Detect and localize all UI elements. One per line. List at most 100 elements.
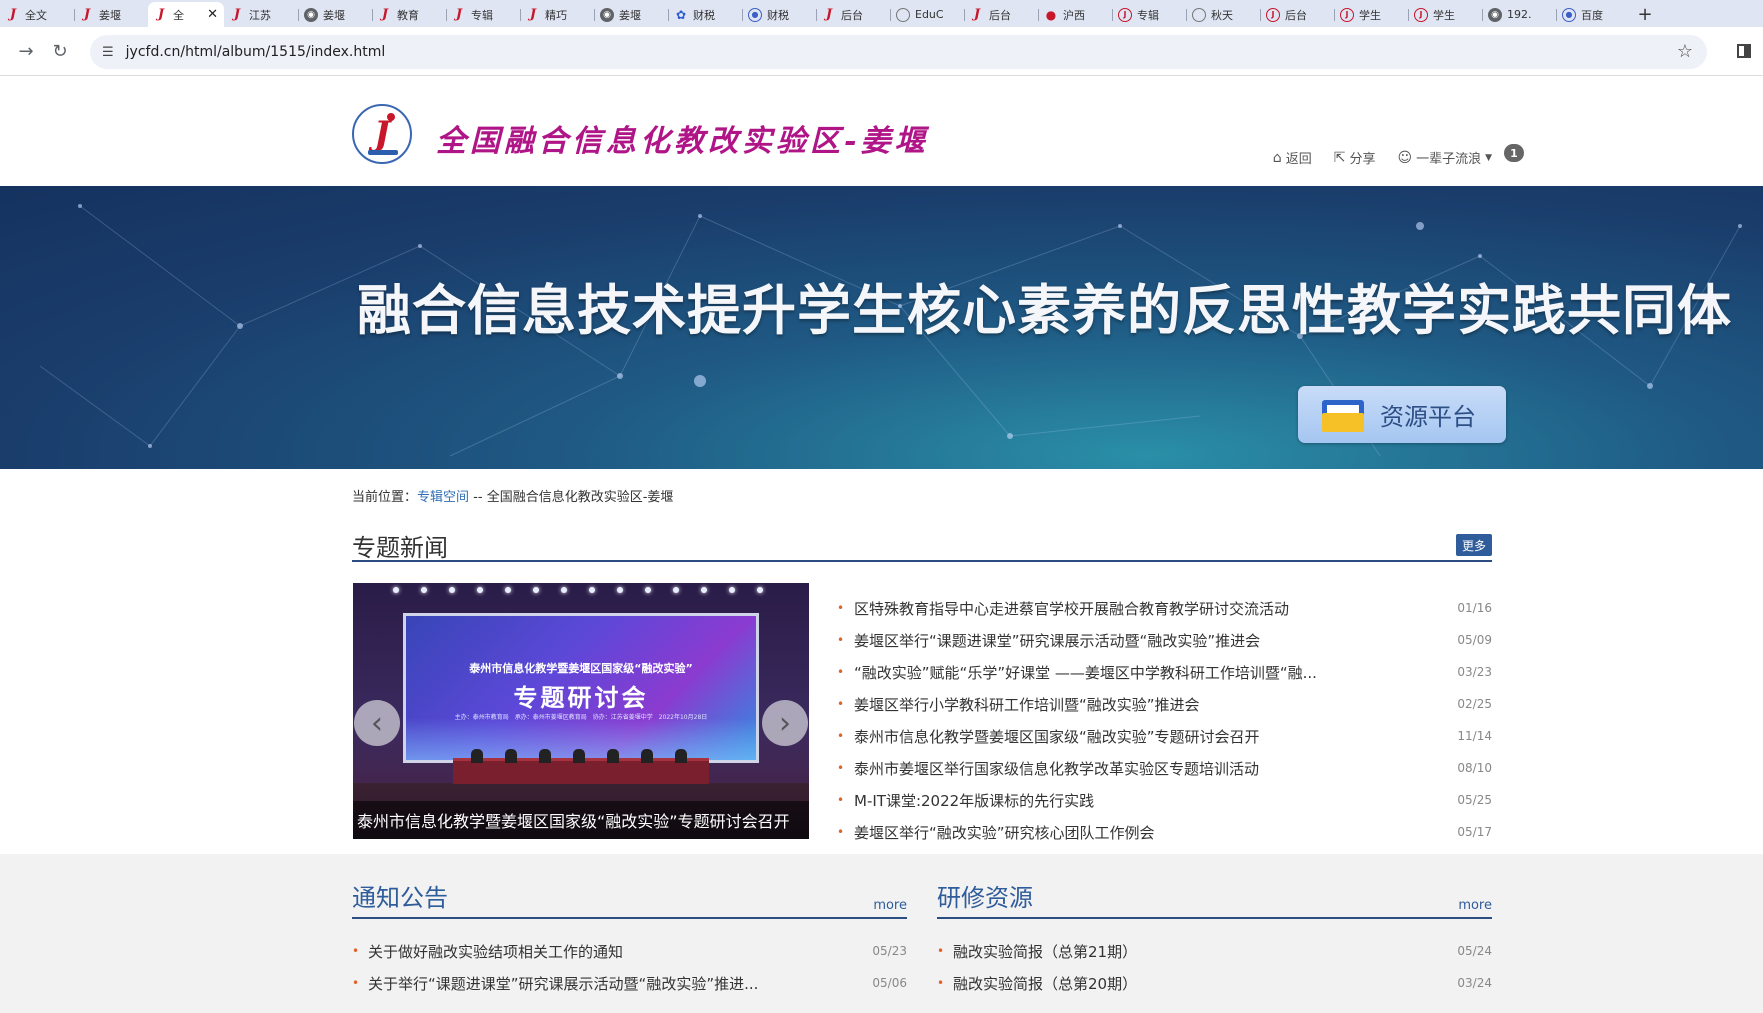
resources-item-date: 03/24 (1457, 976, 1492, 990)
new-tab-button[interactable]: + (1630, 2, 1660, 27)
side-panel-icon[interactable] (1737, 44, 1751, 58)
news-item-title[interactable]: 姜堰区举行“融改实验”研究核心团队工作例会 (854, 822, 1409, 843)
ring-favicon-icon: J (1414, 7, 1428, 22)
news-item-date: 05/17 (1457, 825, 1492, 839)
news-list-item[interactable]: • 泰州市姜堰区举行国家级信息化教学改革实验区专题培训活动 08/10 (834, 752, 1492, 784)
address-bar[interactable]: ☰ jycfd.cn/html/album/1515/index.html ☆ (90, 35, 1707, 69)
browser-tab[interactable]: ● 沪西 (1038, 2, 1112, 27)
browser-tab[interactable]: ● 百度 (1556, 2, 1630, 27)
resources-item-title[interactable]: 融改实验简报（总第20期） (953, 973, 1137, 994)
news-item-title[interactable]: 姜堰区举行小学教科研工作培训暨“融改实验”推进会 (854, 694, 1409, 715)
browser-tab-label: 192. (1507, 8, 1532, 21)
news-list-item[interactable]: • 姜堰区举行“融改实验”研究核心团队工作例会 05/17 (834, 816, 1492, 848)
user-menu[interactable]: ☺ 一辈子流浪 ▼ 1 (1397, 144, 1524, 167)
news-list-item[interactable]: • 区特殊教育指导中心走进蔡官学校开展融合教育教学研讨交流活动 01/16 (834, 592, 1492, 624)
browser-tab[interactable]: ◉ 姜堰 (594, 2, 668, 27)
resource-platform-label: 资源平台 (1380, 403, 1476, 431)
news-list-item[interactable]: • 姜堰区举行小学教科研工作培训暨“融改实验”推进会 02/25 (834, 688, 1492, 720)
notices-item-title[interactable]: 关于举行“课题进课堂”研究课展示活动暨“融改实验”推进... (368, 973, 758, 994)
news-item-title[interactable]: 泰州市信息化教学暨姜堰区国家级“融改实验”专题研讨会召开 (854, 726, 1409, 747)
carousel-next-button[interactable]: › (762, 700, 808, 746)
resources-item-title[interactable]: 融改实验简报（总第21期） (953, 941, 1137, 962)
browser-tab[interactable]: J 学生 (1334, 2, 1408, 27)
browser-tab[interactable]: J 后台 (964, 2, 1038, 27)
close-tab-icon[interactable]: ✕ (207, 7, 218, 22)
resources-list-item[interactable]: • 融改实验简报（总第20期） 03/24 (937, 967, 1492, 999)
news-carousel[interactable]: 泰州市信息化教学暨姜堰区国家级“融改实验” 专题研讨会 主办：泰州市教育局 承办… (353, 583, 809, 839)
browser-tab[interactable]: J 后台 (816, 2, 890, 27)
browser-toolbar: → ↻ ☰ jycfd.cn/html/album/1515/index.htm… (0, 27, 1763, 76)
news-list: • 区特殊教育指导中心走进蔡官学校开展融合教育教学研讨交流活动 01/16 • 姜堰区举… (834, 592, 1492, 848)
resource-platform-button[interactable]: 资源平台 (1298, 386, 1506, 443)
notices-item-title[interactable]: 关于做好融改实验结项相关工作的通知 (368, 941, 623, 962)
browser-tab[interactable]: J 学生 (1408, 2, 1482, 27)
notices-list-item[interactable]: • 关于举行“课题进课堂”研究课展示活动暨“融改实验”推进... 05/06 (352, 967, 907, 999)
news-item-title[interactable]: “融改实验”赋能“乐学”好课堂 ——姜堰区中学教科研工作培训暨“融... (854, 662, 1409, 683)
logo-dot (387, 113, 395, 121)
browser-tab[interactable]: J 精巧 (520, 2, 594, 27)
reload-icon[interactable]: ↻ (44, 35, 76, 67)
circle-o-favicon-icon (896, 7, 910, 22)
browser-tab[interactable]: ◉ 姜堰 (298, 2, 372, 27)
news-item-title[interactable]: M-IT课堂:2022年版课标的先行实践 (854, 790, 1409, 811)
news-item-title[interactable]: 区特殊教育指导中心走进蔡官学校开展融合教育教学研讨交流活动 (854, 598, 1409, 619)
user-icon: ☺ (1397, 149, 1413, 166)
news-list-item[interactable]: • M-IT课堂:2022年版课标的先行实践 05/25 (834, 784, 1492, 816)
browser-tab[interactable]: J 全 ✕ (148, 2, 224, 27)
resources-more-link[interactable]: more (1458, 898, 1492, 913)
bookmark-star-icon[interactable]: ☆ (1677, 41, 1693, 62)
blue-ring-favicon-icon: ● (1562, 7, 1576, 22)
notices-item-date: 05/06 (872, 976, 907, 990)
resources-list-item[interactable]: • 融改实验简报（总第21期） 05/24 (937, 935, 1492, 967)
notices-title: 通知公告 (352, 884, 448, 912)
browser-tab-label: 姜堰 (323, 8, 345, 22)
notices-more-link[interactable]: more (873, 898, 907, 913)
browser-tab-label: 姜堰 (619, 8, 641, 22)
notices-list-item[interactable]: • 关于做好融改实验结项相关工作的通知 05/23 (352, 935, 907, 967)
browser-tab[interactable]: 秋天 (1186, 2, 1260, 27)
paw-favicon-icon: ✿ (675, 7, 687, 22)
browser-tab-label: 秋天 (1211, 8, 1233, 22)
forward-icon[interactable]: → (10, 35, 42, 67)
logo-band (368, 150, 398, 155)
notification-badge[interactable]: 1 (1504, 144, 1524, 162)
browser-tab[interactable]: ✿ 财税 (668, 2, 742, 27)
browser-tab[interactable]: J 专辑 (446, 2, 520, 27)
browser-tab[interactable]: J 全文 (0, 2, 74, 27)
news-list-item[interactable]: • “融改实验”赋能“乐学”好课堂 ——姜堰区中学教科研工作培训暨“融... 03/… (834, 656, 1492, 688)
news-item-title[interactable]: 泰州市姜堰区举行国家级信息化教学改革实验区专题培训活动 (854, 758, 1409, 779)
browser-tab[interactable]: J 教育 (372, 2, 446, 27)
brand-favicon-icon: J (83, 7, 91, 22)
user-name: 一辈子流浪 (1416, 152, 1482, 167)
browser-tab[interactable]: EduC (890, 2, 964, 27)
news-list-item[interactable]: • 姜堰区举行“课题进课堂”研究课展示活动暨“融改实验”推进会 05/09 (834, 624, 1492, 656)
browser-tab[interactable]: ● 财税 (742, 2, 816, 27)
bullet-dot-icon: • (837, 601, 845, 615)
site-info-icon[interactable]: ☰ (102, 45, 114, 60)
slide-screen-line2: 专题研讨会 (513, 684, 649, 712)
breadcrumb: 当前位置：专辑空间 -- 全国融合信息化教改实验区-姜堰 (352, 486, 673, 505)
share-link[interactable]: ⇱ 分享 (1334, 148, 1376, 168)
ring-favicon-icon: J (1340, 7, 1354, 22)
site-logo[interactable]: J (352, 104, 412, 164)
browser-tab[interactable]: J 后台 (1260, 2, 1334, 27)
web-page: J 全国融合信息化教改实验区-姜堰 ⌂返回 ⇱分享 ☺一辈子流浪▼ 1 (0, 76, 1763, 1013)
browser-tab[interactable]: J 专辑 (1112, 2, 1186, 27)
carousel-prev-button[interactable]: ‹ (354, 700, 400, 746)
pin-favicon-icon: ● (1045, 7, 1057, 22)
carousel-slide-screen: 泰州市信息化教学暨姜堰区国家级“融改实验” 专题研讨会 主办：泰州市教育局 承办… (403, 613, 759, 763)
back-link[interactable]: ⌂ 返回 (1273, 148, 1312, 168)
breadcrumb-separator: -- (469, 490, 487, 505)
breadcrumb-link[interactable]: 专辑空间 (417, 490, 469, 505)
browser-tab-label: 后台 (841, 8, 863, 22)
notices-list: • 关于做好融改实验结项相关工作的通知 05/23 • 关于举行“课题进课堂”研究课展示… (352, 935, 907, 999)
browser-tab[interactable]: J 姜堰 (74, 2, 148, 27)
resources-title: 研修资源 (937, 884, 1033, 912)
carousel-caption[interactable]: 泰州市信息化教学暨姜堰区国家级“融改实验”专题研讨会召开 (353, 801, 809, 839)
browser-tab[interactable]: J 江苏 (224, 2, 298, 27)
news-more-button[interactable]: 更多 (1456, 534, 1492, 556)
browser-tab[interactable]: ◉ 192. (1482, 2, 1556, 27)
news-list-item[interactable]: • 泰州市信息化教学暨姜堰区国家级“融改实验”专题研讨会召开 11/14 (834, 720, 1492, 752)
news-item-date: 03/23 (1457, 665, 1492, 679)
news-item-title[interactable]: 姜堰区举行“课题进课堂”研究课展示活动暨“融改实验”推进会 (854, 630, 1409, 651)
